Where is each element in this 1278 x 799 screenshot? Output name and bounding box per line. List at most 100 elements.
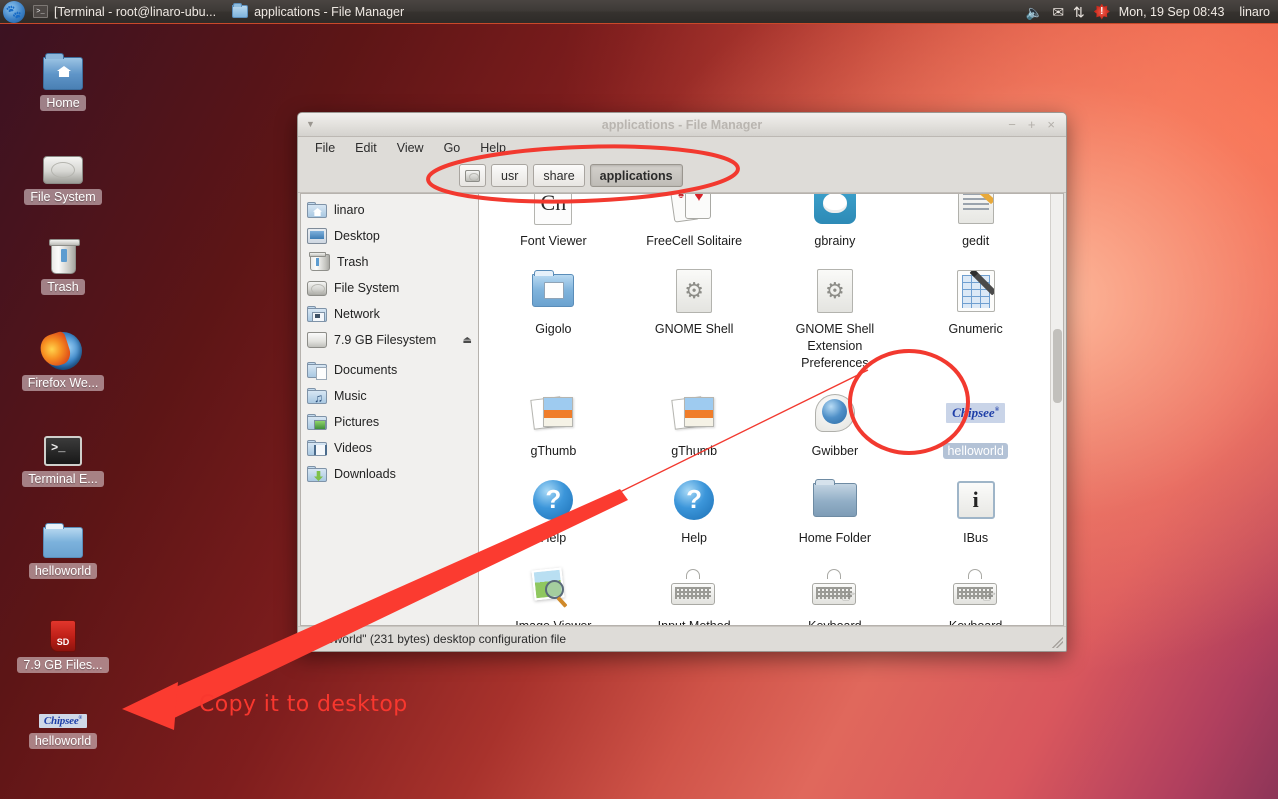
drive-icon xyxy=(307,332,327,348)
sidebar-item-label: Trash xyxy=(337,255,369,269)
desktop-icon-helloworld-app[interactable]: Chipsee helloworld xyxy=(8,686,118,749)
file-item-label: Input Method Switcher xyxy=(640,618,748,625)
sidebar-item-label: Desktop xyxy=(334,229,380,243)
sidebar-item-network[interactable]: Network xyxy=(301,301,478,327)
chipsee-logo-icon: Chipsee xyxy=(946,388,1006,438)
window-titlebar[interactable]: ▼ applications - File Manager − + × xyxy=(298,113,1066,137)
file-item-gnumeric[interactable]: Gnumeric xyxy=(905,260,1046,382)
window-title: applications - File Manager xyxy=(601,117,763,132)
file-grid: Cn Font Viewer ♠ ♥ FreeCell Solitaire gbr… xyxy=(479,194,1050,625)
terminal-icon: >_ xyxy=(33,5,48,18)
file-item-help-2[interactable]: ? Help xyxy=(624,469,765,557)
minimize-button[interactable]: − xyxy=(1008,118,1016,131)
home-folder-icon xyxy=(812,475,857,525)
file-item-gnome-shell[interactable]: ⚙ GNOME Shell xyxy=(624,260,765,382)
desktop-icon-trash[interactable]: Trash xyxy=(8,232,118,295)
folder-icon xyxy=(43,516,83,558)
file-item-label: gThumb xyxy=(671,443,718,458)
sidebar-item-label: linaro xyxy=(334,203,365,217)
menu-file[interactable]: File xyxy=(306,139,344,157)
file-item-gwibber[interactable]: Gwibber xyxy=(765,382,906,470)
desktop-icon-helloworld-folder[interactable]: helloworld xyxy=(8,516,118,579)
file-item-gigolo[interactable]: Gigolo xyxy=(483,260,624,382)
menu-edit[interactable]: Edit xyxy=(346,139,386,157)
sidebar-item-linaro[interactable]: linaro xyxy=(301,197,478,223)
file-item-gbrainy[interactable]: gbrainy xyxy=(765,194,906,260)
desktop-icon-home[interactable]: Home xyxy=(8,48,118,111)
sidebar-item-desktop[interactable]: Desktop xyxy=(301,223,478,249)
file-item-gthumb-2[interactable]: gThumb xyxy=(624,382,765,470)
file-manager-window[interactable]: ▼ applications - File Manager − + × File… xyxy=(297,112,1067,652)
file-item-label: Gwibber xyxy=(811,443,859,458)
breadcrumb-root[interactable] xyxy=(459,164,486,187)
menu-view[interactable]: View xyxy=(388,139,433,157)
taskbar-item-label: applications - File Manager xyxy=(254,4,405,19)
desktop-icon-firefox[interactable]: Firefox We... xyxy=(8,328,118,391)
help-icon: ? xyxy=(533,475,574,525)
music-folder-icon xyxy=(307,388,327,405)
file-item-ibus[interactable]: i IBus xyxy=(905,469,1046,557)
file-item-gedit[interactable]: gedit xyxy=(905,194,1046,260)
clock[interactable]: Mon, 19 Sep 08:43 xyxy=(1119,5,1225,19)
scrollbar-thumb[interactable] xyxy=(1053,329,1062,403)
eject-icon[interactable]: ⏏ xyxy=(463,335,472,346)
desktop-icon xyxy=(307,228,327,244)
mail-icon[interactable]: ✉ xyxy=(1052,5,1064,19)
desktop-icon-sd-filesystem[interactable]: SD 7.9 GB Files... xyxy=(8,610,118,673)
file-item-helloworld[interactable]: Chipsee helloworld xyxy=(905,382,1046,470)
menu-go[interactable]: Go xyxy=(435,139,470,157)
image-viewer-icon xyxy=(531,563,575,613)
sidebar-item-filesystem-79gb[interactable]: 7.9 GB Filesystem ⏏ xyxy=(301,327,478,353)
keyboard-hand-icon: ☞ xyxy=(952,563,999,613)
sidebar-item-videos[interactable]: Videos xyxy=(301,435,478,461)
file-item-keyboard-1[interactable]: ☞ Keyboard xyxy=(765,557,906,625)
desktop-icon-terminal[interactable]: Terminal E... xyxy=(8,424,118,487)
resize-grip[interactable] xyxy=(1052,637,1063,648)
sidebar-item-documents[interactable]: Documents xyxy=(301,357,478,383)
file-item-gthumb-1[interactable]: gThumb xyxy=(483,382,624,470)
file-item-label: gbrainy xyxy=(814,234,856,248)
network-updown-icon[interactable]: ⇅ xyxy=(1073,5,1085,19)
update-alert-icon[interactable]: ! xyxy=(1093,3,1110,20)
sidebar-item-label: Music xyxy=(334,389,367,403)
font-viewer-icon: Cn xyxy=(534,194,573,228)
file-item-keyboard-2[interactable]: ☞ Keyboard xyxy=(905,557,1046,625)
playing-cards-icon: ♠ ♥ xyxy=(669,194,716,228)
file-item-freecell-solitaire[interactable]: ♠ ♥ FreeCell Solitaire xyxy=(624,194,765,260)
sidebar-item-music[interactable]: Music xyxy=(301,383,478,409)
sd-card-icon: SD xyxy=(50,610,76,652)
file-grid-pane[interactable]: Cn Font Viewer ♠ ♥ FreeCell Solitaire gbr… xyxy=(478,193,1064,626)
desktop-icon-label: 7.9 GB Files... xyxy=(17,657,109,673)
keyboard-hand-icon: ☞ xyxy=(811,563,858,613)
file-item-gnome-shell-extension-preferences[interactable]: ⚙ GNOME Shell Extension Preferences xyxy=(765,260,906,382)
sidebar-item-file-system[interactable]: File System xyxy=(301,275,478,301)
desktop-icon-file-system[interactable]: File System xyxy=(8,142,118,205)
taskbar-item-file-manager[interactable]: applications - File Manager xyxy=(224,0,412,24)
annotation-arrowhead-icon xyxy=(122,682,178,730)
breadcrumb-share[interactable]: share xyxy=(533,164,585,187)
file-item-help-1[interactable]: ? Help xyxy=(483,469,624,557)
file-item-label: Keyboard xyxy=(949,618,1003,625)
system-tray: 🔈 ✉ ⇅ ! Mon, 19 Sep 08:43 linaro xyxy=(1026,3,1278,20)
maximize-button[interactable]: + xyxy=(1028,118,1036,131)
close-button[interactable]: × xyxy=(1047,118,1055,131)
file-item-image-viewer[interactable]: Image Viewer xyxy=(483,557,624,625)
firefox-icon xyxy=(44,328,82,370)
file-item-input-method-switcher[interactable]: Input Method Switcher xyxy=(624,557,765,625)
vertical-scrollbar[interactable] xyxy=(1050,194,1063,625)
breadcrumb-applications[interactable]: applications xyxy=(589,164,683,187)
breadcrumb-usr[interactable]: usr xyxy=(491,164,529,187)
file-item-home-folder[interactable]: Home Folder xyxy=(765,469,906,557)
sidebar-item-label: Documents xyxy=(334,363,398,377)
font-glyph: Cn xyxy=(534,194,573,225)
sidebar-item-trash[interactable]: Trash xyxy=(301,249,478,275)
menu-help[interactable]: Help xyxy=(471,139,515,157)
harddisk-icon xyxy=(465,169,480,182)
sidebar-item-downloads[interactable]: Downloads xyxy=(301,461,478,487)
user-menu[interactable]: linaro xyxy=(1239,5,1270,19)
sidebar-item-pictures[interactable]: Pictures xyxy=(301,409,478,435)
taskbar-item-terminal[interactable]: >_ [Terminal - root@linaro-ubu... xyxy=(25,0,224,24)
speaker-icon[interactable]: 🔈 xyxy=(1026,5,1043,19)
file-item-font-viewer[interactable]: Cn Font Viewer xyxy=(483,194,624,260)
xfce-mouse-logo-icon[interactable]: 🐾 xyxy=(3,0,25,23)
